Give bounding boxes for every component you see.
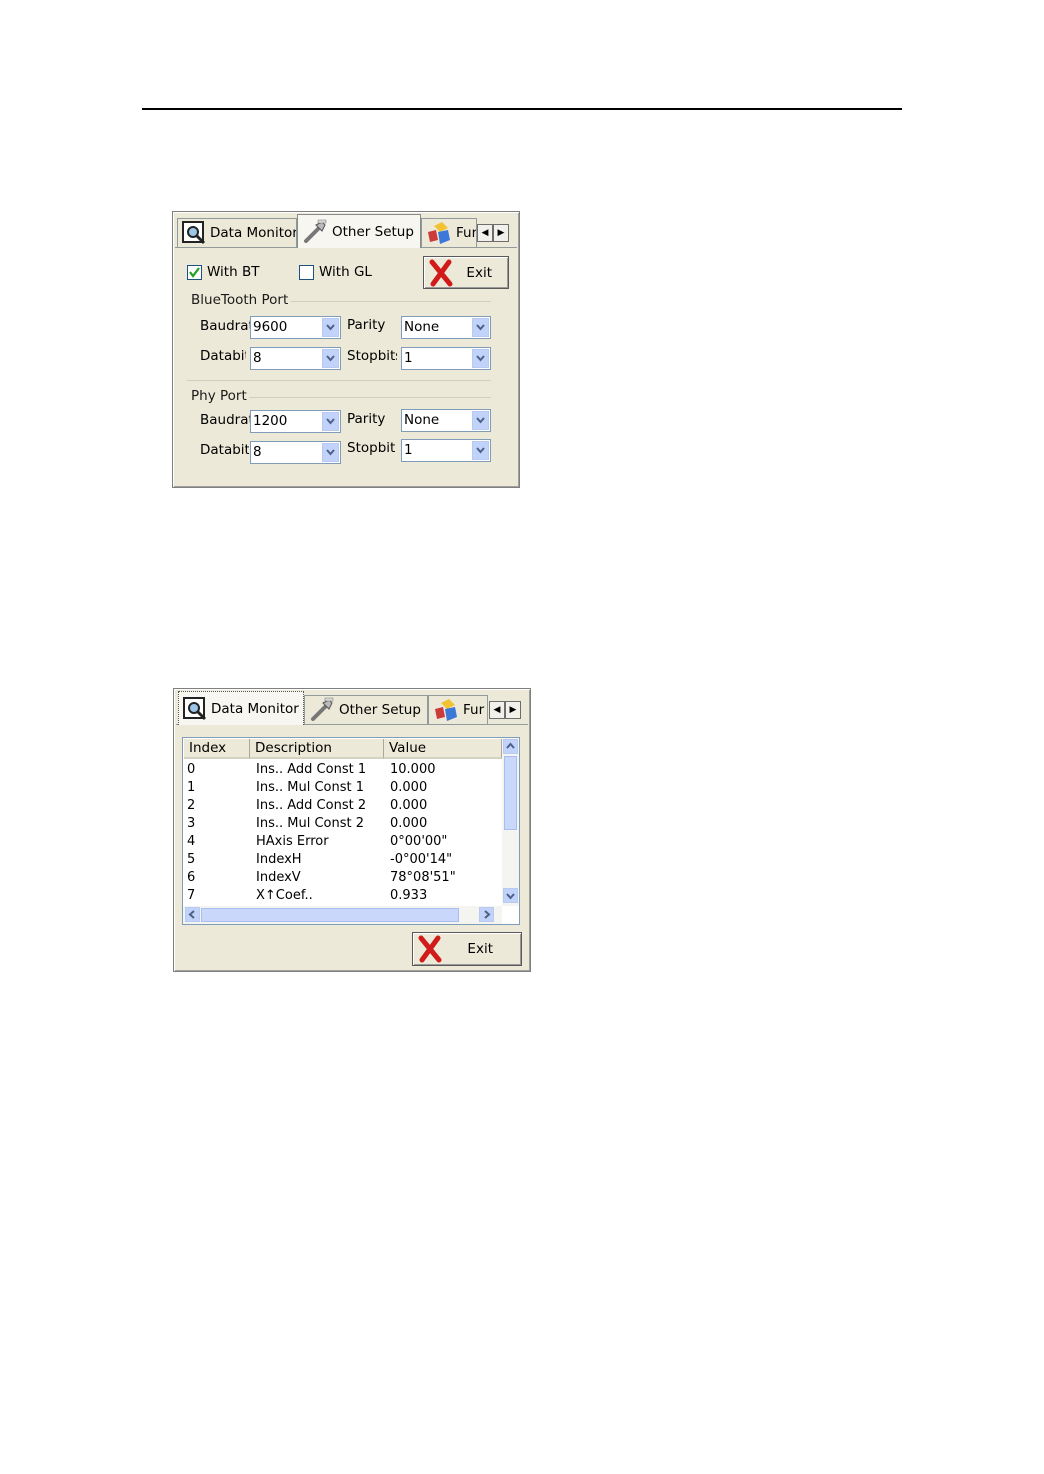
bt-baudrate-select[interactable]: 9600	[250, 316, 341, 339]
exit-button[interactable]: Exit	[412, 932, 522, 966]
close-x-icon	[429, 259, 453, 286]
exit-button[interactable]: Exit	[423, 256, 509, 289]
tab-other-setup[interactable]: Other Setup	[297, 214, 421, 248]
chevron-down-icon[interactable]	[472, 349, 489, 368]
scroll-up-button[interactable]	[503, 739, 518, 754]
bt-databits-select[interactable]: 8	[250, 347, 341, 370]
group-divider	[291, 301, 491, 302]
column-header-description[interactable]: Description	[250, 739, 384, 759]
phy-port-heading: Phy Port	[191, 388, 247, 404]
phy-databits-select[interactable]: 8	[250, 441, 341, 464]
chevron-right-icon	[484, 910, 491, 919]
checkbox-box[interactable]	[299, 264, 314, 280]
phy-stopbits-select[interactable]: 1	[401, 439, 491, 462]
tab-function[interactable]: Fur	[428, 695, 488, 724]
chevron-down-icon[interactable]	[322, 443, 339, 462]
tab-function[interactable]: Fur	[421, 218, 477, 247]
chevron-down-icon[interactable]	[322, 349, 339, 368]
tab-bar: Data Monitor Other Setup Fur ◀ ▶	[173, 212, 519, 248]
monitor-icon	[183, 696, 207, 720]
with-gl-checkbox[interactable]: With GL	[299, 264, 372, 280]
column-header-value[interactable]: Value	[384, 739, 502, 759]
phy-parity-select[interactable]: None	[401, 409, 491, 432]
group-divider	[249, 397, 491, 398]
with-bt-checkbox[interactable]: With BT	[187, 264, 259, 280]
chevron-down-icon[interactable]	[322, 412, 339, 431]
other-setup-window: Data Monitor Other Setup Fur ◀ ▶ With BT…	[172, 211, 520, 488]
horizontal-scroll-thumb[interactable]	[201, 908, 459, 922]
vertical-scroll-thumb[interactable]	[504, 756, 517, 830]
setup-icon	[304, 219, 327, 243]
tab-scroll-right-button[interactable]: ▶	[493, 224, 509, 242]
chevron-down-icon[interactable]	[472, 318, 489, 337]
bt-parity-select[interactable]: None	[401, 316, 491, 339]
scroll-down-button[interactable]	[503, 888, 518, 903]
phy-parity-label: Parity	[347, 411, 386, 427]
page-header-rule	[142, 108, 902, 110]
bt-baudrate-label: Baudrate	[200, 318, 250, 334]
chevron-left-icon	[188, 910, 195, 919]
bt-parity-label: Parity	[347, 317, 386, 333]
function-icon	[435, 699, 457, 721]
chevron-down-icon[interactable]	[472, 441, 489, 460]
bt-databits-label: Databits	[200, 348, 246, 364]
tab-data-monitor[interactable]: Data Monitor	[178, 691, 304, 725]
data-monitor-window: Data Monitor Other Setup Fur ◀ ▶ Index D…	[173, 688, 531, 972]
bluetooth-port-heading: BlueTooth Port	[191, 292, 289, 308]
data-list-view[interactable]: Index Description Value 0 Ins.. Add Cons…	[182, 737, 520, 925]
chevron-down-icon[interactable]	[322, 318, 339, 337]
bt-stopbits-label: Stopbits	[347, 348, 397, 364]
tab-data-monitor[interactable]: Data Monitor	[177, 218, 297, 247]
tab-scroll-right-button[interactable]: ▶	[505, 701, 521, 719]
tab-scroll-left-button[interactable]: ◀	[489, 701, 505, 719]
tab-bar: Data Monitor Other Setup Fur ◀ ▶	[174, 689, 530, 725]
phy-baudrate-select[interactable]: 1200	[250, 410, 341, 433]
close-x-icon	[418, 935, 442, 963]
tab-other-setup[interactable]: Other Setup	[304, 695, 428, 724]
monitor-icon	[182, 221, 206, 245]
tab-scroll-arrows: ◀ ▶	[477, 224, 509, 242]
column-header-index[interactable]: Index	[184, 739, 250, 759]
scroll-left-button[interactable]	[185, 907, 200, 922]
scroll-right-button[interactable]	[479, 907, 494, 922]
checkbox-box[interactable]	[187, 264, 202, 280]
tab-scroll-arrows: ◀ ▶	[489, 701, 521, 719]
function-icon	[428, 222, 450, 244]
bt-stopbits-select[interactable]: 1	[401, 347, 491, 370]
vertical-scrollbar[interactable]	[502, 738, 519, 906]
chevron-down-icon[interactable]	[472, 411, 489, 430]
phy-stopbits-label: Stopbits	[347, 440, 395, 456]
phy-databits-label: Databits	[200, 442, 249, 458]
tab-scroll-left-button[interactable]: ◀	[477, 224, 493, 242]
setup-icon	[311, 697, 334, 721]
check-icon	[189, 266, 200, 278]
horizontal-scrollbar[interactable]	[183, 906, 502, 924]
phy-baudrate-label: Baudrate	[200, 412, 250, 428]
chevron-up-icon	[506, 742, 515, 749]
group-divider	[187, 380, 491, 381]
chevron-down-icon	[506, 893, 515, 900]
